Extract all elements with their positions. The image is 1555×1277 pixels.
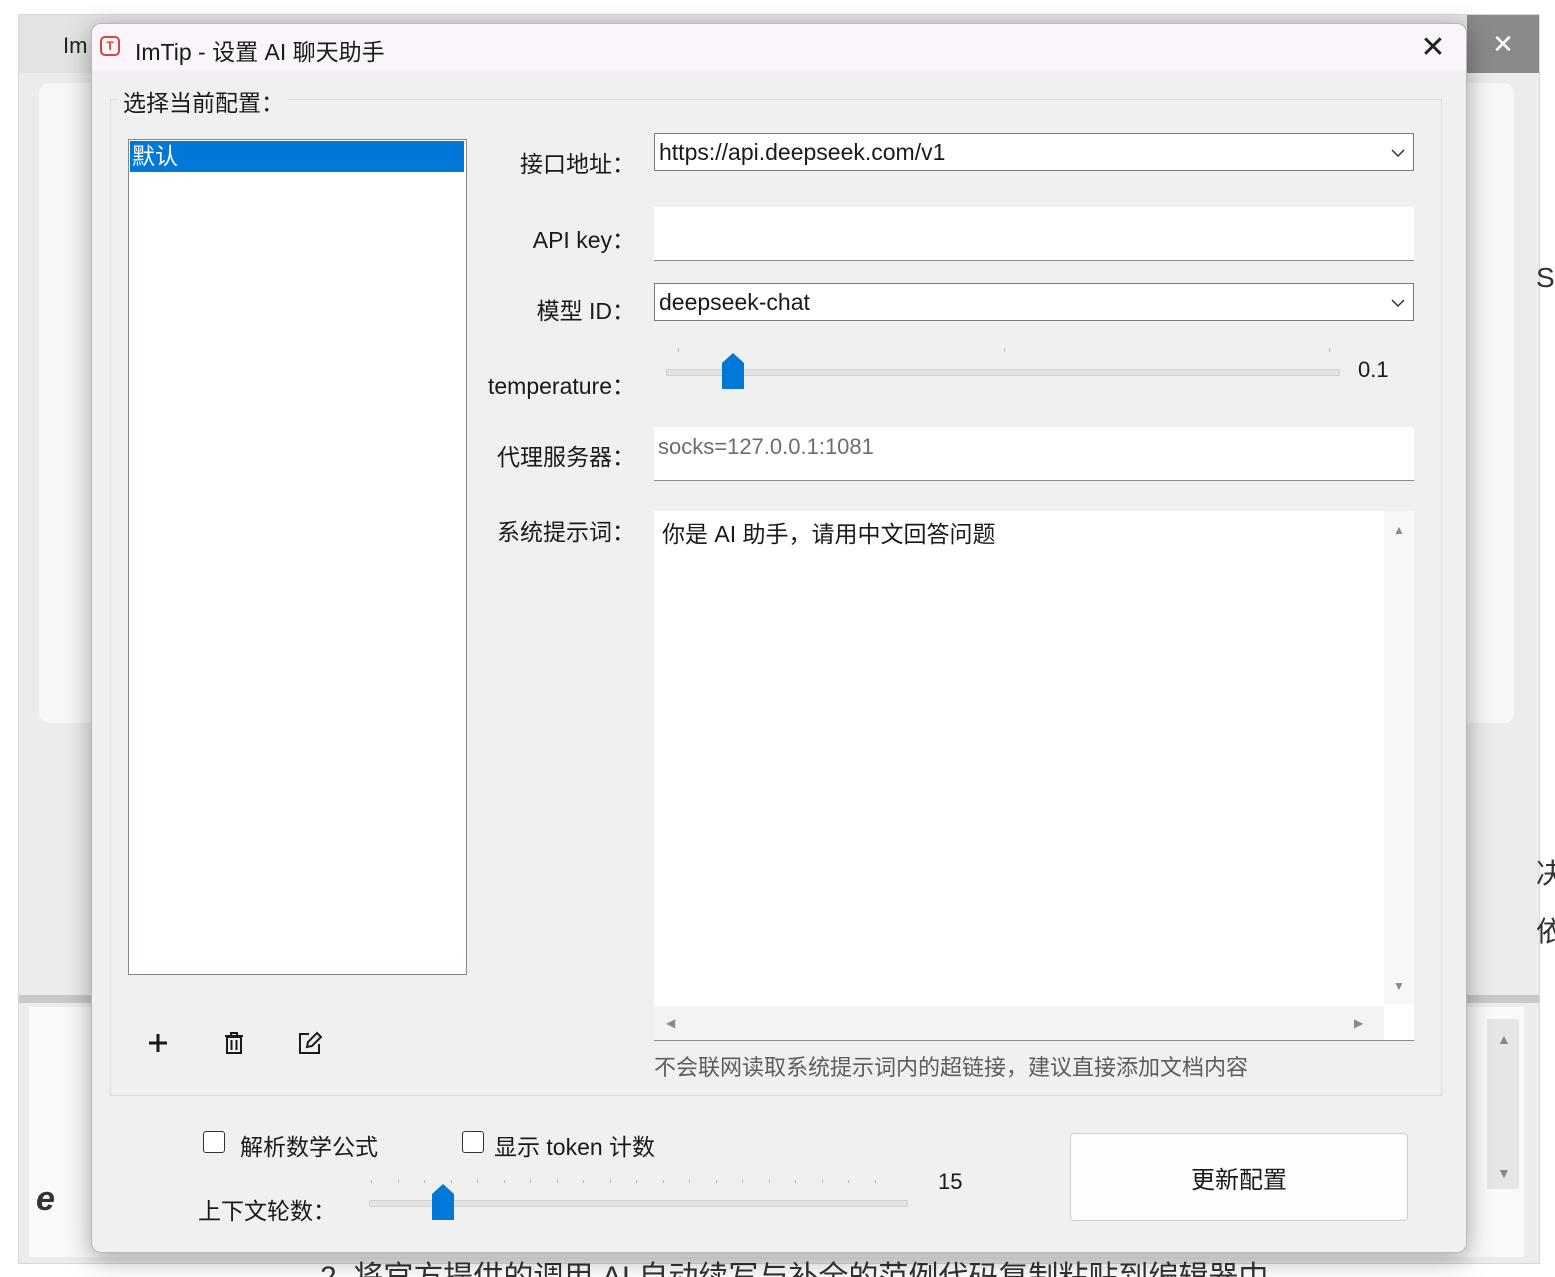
chevron-down-icon[interactable]: [1391, 292, 1405, 312]
parse-math-label[interactable]: 解析数学公式: [240, 1128, 378, 1162]
trash-icon: [225, 1032, 243, 1054]
slider-tick: [848, 1180, 849, 1183]
close-button[interactable]: ✕: [1400, 24, 1466, 70]
slider-tick: [874, 1180, 876, 1183]
vertical-scrollbar[interactable]: ▲ ▼: [1384, 511, 1414, 1004]
background-text-fragment: 决: [1536, 858, 1555, 889]
rename-profile-button[interactable]: [293, 1026, 327, 1060]
slider-tick: [477, 1180, 478, 1183]
scroll-up-icon[interactable]: ▲: [1497, 1031, 1511, 1047]
slider-thumb[interactable]: [722, 353, 745, 389]
slider-tick: [371, 1180, 372, 1183]
plus-icon: [149, 1034, 167, 1052]
scroll-left-icon[interactable]: ◀: [666, 1016, 675, 1030]
slider-tick: [530, 1180, 531, 1183]
system-prompt-text: 你是 AI 助手，请用中文回答问题: [662, 521, 996, 547]
scroll-down-icon[interactable]: ▼: [1497, 1165, 1511, 1181]
slider-tick: [609, 1180, 611, 1183]
model-value: deepseek-chat: [659, 289, 810, 315]
horizontal-scrollbar[interactable]: ◀ ▶: [654, 1006, 1384, 1040]
settings-dialog: T ImTip - 设置 AI 聊天助手 ✕ 选择当前配置： 默认 接口地址： …: [91, 23, 1467, 1253]
profile-list[interactable]: 默认: [128, 139, 467, 975]
slider-tick: [450, 1180, 452, 1183]
context-rounds-label: 上下文轮数：: [198, 1198, 336, 1224]
slider-tick: [1329, 348, 1330, 352]
background-close-button[interactable]: ✕: [1467, 15, 1539, 73]
parse-math-checkbox[interactable]: [203, 1131, 225, 1153]
slider-tick: [556, 1180, 558, 1183]
background-bottom-text: 2. 将官方提供的调用 AI 自动续写与补全的范例代码复制粘贴到编辑器中: [320, 1258, 1350, 1277]
proxy-label: 代理服务器：: [497, 444, 635, 470]
background-scrollbar[interactable]: ▲ ▼: [1487, 1019, 1519, 1189]
slider-tick: [689, 1180, 690, 1183]
background-text-fragment: 依: [1536, 916, 1555, 947]
system-prompt-hint: 不会联网读取系统提示词内的超链接，建议直接添加文档内容: [654, 1055, 1249, 1080]
temperature-value: 0.1: [1358, 357, 1389, 382]
slider-tick: [678, 348, 679, 352]
slider-tick: [397, 1180, 399, 1183]
edit-icon: [299, 1031, 323, 1054]
update-config-button[interactable]: 更新配置: [1070, 1133, 1408, 1221]
group-title: 选择当前配置：: [119, 84, 288, 118]
background-title: Im: [63, 33, 88, 58]
slider-tick: [1004, 348, 1005, 352]
system-prompt-label: 系统提示词：: [497, 519, 635, 545]
background-logo-icon: e: [36, 1180, 55, 1218]
slider-tick: [768, 1180, 770, 1183]
background-text-fragment: Se: [1536, 262, 1555, 293]
slider-thumb[interactable]: [432, 1184, 454, 1220]
endpoint-value: https://api.deepseek.com/v1: [659, 139, 946, 165]
dialog-titlebar[interactable]: T ImTip - 设置 AI 聊天助手 ✕: [92, 24, 1466, 70]
slider-track[interactable]: [666, 369, 1340, 376]
api-key-field[interactable]: [654, 207, 1414, 261]
slider-tick: [636, 1180, 637, 1183]
show-token-label[interactable]: 显示 token 计数: [494, 1128, 655, 1162]
proxy-placeholder: socks=127.0.0.1:1081: [658, 434, 874, 459]
show-token-checkbox[interactable]: [462, 1131, 484, 1153]
slider-tick: [821, 1180, 823, 1183]
context-rounds-value: 15: [938, 1169, 963, 1194]
slider-tick: [795, 1180, 796, 1183]
endpoint-combobox[interactable]: https://api.deepseek.com/v1: [654, 133, 1414, 171]
endpoint-label: 接口地址：: [520, 151, 635, 177]
temperature-label: temperature：: [487, 373, 635, 399]
slider-tick: [583, 1180, 584, 1183]
model-label: 模型 ID：: [536, 298, 635, 324]
add-profile-button[interactable]: [141, 1026, 175, 1060]
scroll-right-icon[interactable]: ▶: [1354, 1016, 1363, 1030]
slider-tick: [742, 1180, 743, 1183]
delete-profile-button[interactable]: [217, 1026, 251, 1060]
scroll-up-icon[interactable]: ▲: [1393, 523, 1405, 537]
api-key-label: API key：: [532, 227, 635, 253]
proxy-field[interactable]: socks=127.0.0.1:1081: [654, 427, 1414, 481]
slider-tick: [503, 1180, 505, 1183]
chevron-down-icon[interactable]: [1391, 142, 1405, 162]
slider-tick: [424, 1180, 425, 1183]
system-prompt-textarea[interactable]: 你是 AI 助手，请用中文回答问题 ▲ ▼ ◀ ▶: [654, 511, 1414, 1041]
model-combobox[interactable]: deepseek-chat: [654, 283, 1414, 321]
dialog-title: ImTip - 设置 AI 聊天助手: [135, 39, 385, 65]
slider-tick: [662, 1180, 664, 1183]
app-icon: T: [100, 36, 120, 56]
scroll-down-icon[interactable]: ▼: [1393, 979, 1405, 993]
slider-tick: [715, 1180, 717, 1183]
